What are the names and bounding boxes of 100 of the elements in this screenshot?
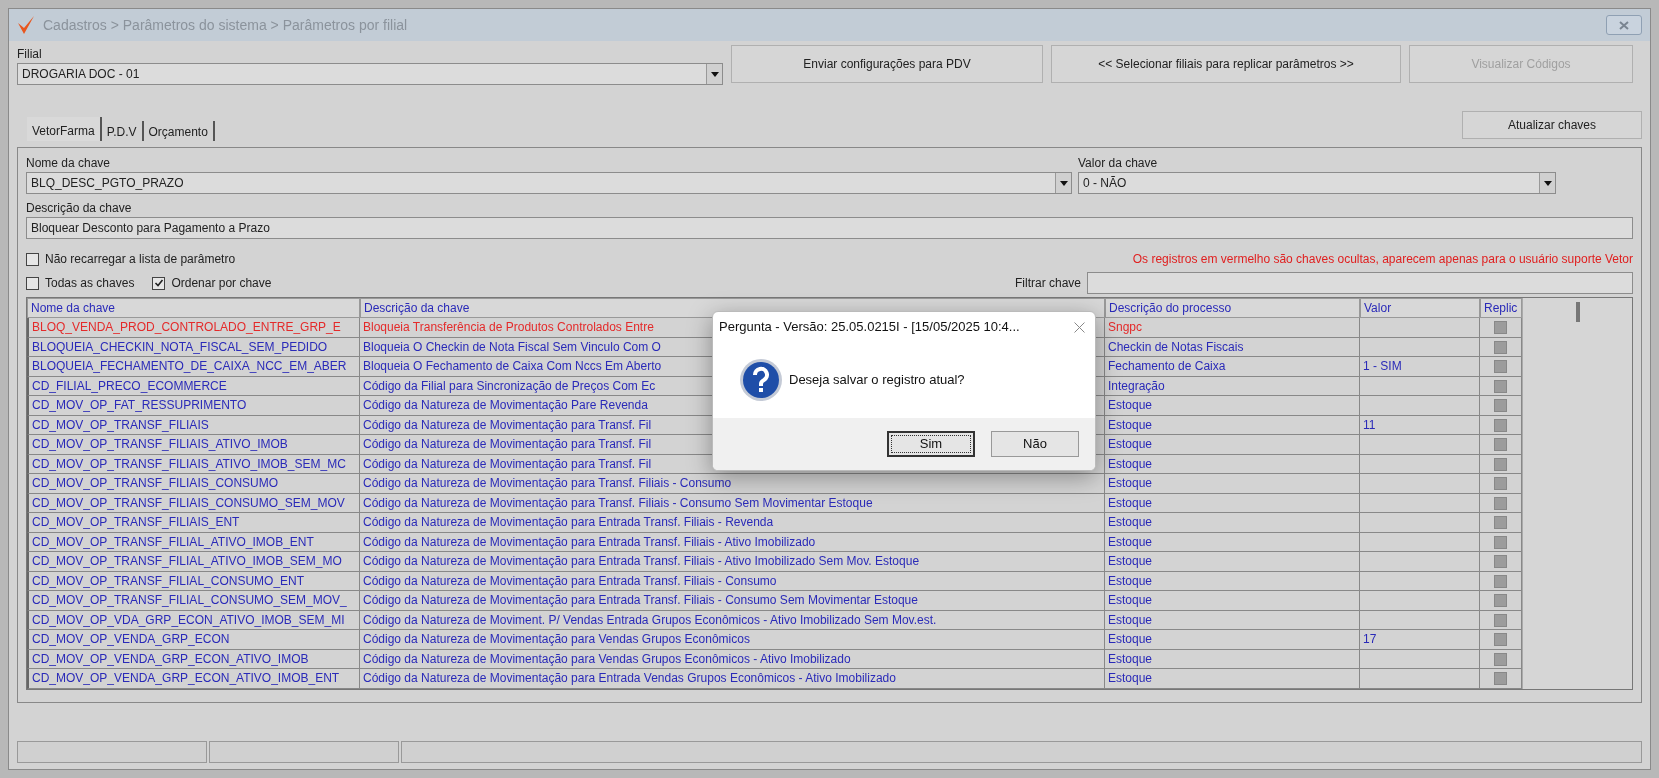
table-cell: Fechamento de Caixa	[1105, 357, 1360, 377]
refresh-keys-button[interactable]: Atualizar chaves	[1462, 111, 1642, 139]
table-cell: Estoque	[1105, 454, 1360, 475]
key-value-dropdown[interactable]: 0 - NÃO	[1078, 172, 1556, 194]
replicate-checkbox[interactable]	[1494, 613, 1507, 627]
table-cell: Estoque	[1105, 552, 1360, 572]
table-cell: CD_MOV_OP_TRANSF_FILIAIS_ENT	[27, 513, 360, 533]
replicate-checkbox[interactable]	[1494, 516, 1507, 530]
replicate-checkbox[interactable]	[1494, 633, 1507, 647]
replicate-checkbox[interactable]	[1494, 399, 1507, 413]
close-icon[interactable]	[1074, 321, 1085, 333]
close-icon	[1619, 20, 1629, 30]
table-cell: Estoque	[1105, 396, 1360, 416]
table-cell: Código da Natureza de Movimentação para Entrada Transf. Filiais - Consumo Sem Movimentar Estoque	[360, 591, 1105, 611]
checkbox[interactable]	[26, 276, 39, 290]
filter-label: Filtrar chave	[1014, 275, 1081, 292]
replicate-checkbox[interactable]	[1494, 340, 1507, 354]
replicate-checkbox[interactable]	[1494, 457, 1507, 471]
table-cell: Código da Natureza de Movimentação para Transf. Filiais - Consumo	[360, 474, 1105, 494]
scrollbar[interactable]	[1522, 298, 1632, 689]
replicate-checkbox[interactable]	[1494, 555, 1507, 569]
table-cell: Estoque	[1105, 630, 1360, 650]
replicate-checkbox[interactable]	[1494, 379, 1507, 393]
column-header[interactable]: Replic	[1480, 298, 1522, 319]
column-header[interactable]: Nome da chave	[27, 298, 360, 319]
description-field[interactable]: Bloquear Desconto para Pagamento a Prazo	[26, 217, 1633, 239]
table-cell: CD_MOV_OP_TRANSF_FILIAL_CONSUMO_ENT	[27, 571, 360, 592]
table-cell: CD_MOV_OP_TRANSF_FILIAL_ATIVO_IMOB_ENT	[27, 532, 360, 553]
table-cell: CD_MOV_OP_TRANSF_FILIAIS_ATIVO_IMOB_SEM_MC	[27, 454, 360, 475]
replicate-checkbox[interactable]	[1494, 477, 1507, 491]
table-cell: 1 - SIM	[1360, 357, 1480, 377]
table-cell: 17	[1360, 630, 1480, 650]
table-cell: Estoque	[1105, 435, 1360, 455]
toolbar-button[interactable]: Enviar configurações para PDV	[731, 45, 1043, 83]
table-cell: CD_MOV_OP_FAT_RESSUPRIMENTO	[27, 396, 360, 416]
replicate-checkbox[interactable]	[1494, 418, 1507, 432]
table-cell: CD_MOV_OP_VDA_GRP_ECON_ATIVO_IMOB_SEM_MI	[27, 610, 360, 631]
table-cell: CD_MOV_OP_TRANSF_FILIAIS_CONSUMO_SEM_MOV	[27, 493, 360, 514]
table-cell: Código da Natureza de Movimentação para Entrada Transf. Filiais - Revenda	[360, 513, 1105, 533]
replicate-checkbox[interactable]	[1494, 496, 1507, 510]
field-label: Nome da chave	[26, 155, 112, 172]
checkbox-label: Ordenar por chave	[171, 275, 272, 292]
filial-dropdown[interactable]: DROGARIA DOC - 01	[17, 63, 723, 85]
table-cell: CD_MOV_OP_VENDA_GRP_ECON_ATIVO_IMOB	[27, 649, 360, 670]
replicate-checkbox[interactable]	[1494, 360, 1507, 374]
table-cell: BLOQUEIA_CHECKIN_NOTA_FISCAL_SEM_PEDIDO	[27, 337, 360, 358]
question-icon	[739, 358, 783, 402]
tab[interactable]: VetorFarma	[27, 117, 102, 141]
tab[interactable]: Orçamento	[143, 121, 215, 141]
toolbar-button[interactable]: << Selecionar filiais para replicar parâmetros >>	[1051, 45, 1401, 83]
table-cell: CD_MOV_OP_TRANSF_FILIAIS_ATIVO_IMOB	[27, 435, 360, 455]
table-cell: Estoque	[1105, 591, 1360, 611]
replicate-checkbox[interactable]	[1494, 535, 1507, 549]
table-cell: Código da Natureza de Movimentação para Entrada Transf. Filiais - Ativo Imobilizado	[360, 532, 1105, 553]
key-name-dropdown[interactable]: BLQ_DESC_PGTO_PRAZO	[26, 172, 1072, 194]
table-cell: Código da Natureza de Movimentação para Vendas Grupos Econômicos - Ativo Imobilizado	[360, 649, 1105, 670]
table-cell: Estoque	[1105, 415, 1360, 436]
table-cell: Código da Natureza de Movimentação para Transf. Filiais - Consumo Sem Movimentar Estoque	[360, 493, 1105, 514]
dialog-button[interactable]: Sim	[887, 431, 975, 457]
table-cell: Estoque	[1105, 493, 1360, 514]
dialog-button[interactable]: Não	[991, 431, 1079, 457]
filial-label: Filial	[17, 46, 43, 63]
field-label: Valor da chave	[1078, 155, 1159, 172]
table-cell: Código da Natureza de Movimentação para Entrada Transf. Filiais - Consumo	[360, 571, 1105, 592]
table-cell: Estoque	[1105, 532, 1360, 553]
field-label: Descrição da chave	[26, 200, 133, 217]
window-title: Cadastros > Parâmetros do sistema > Parâmetros por filial	[43, 15, 409, 35]
table-cell: BLOQUEIA_FECHAMENTO_DE_CAIXA_NCC_EM_ABER	[27, 357, 360, 377]
table-cell: Código da Natureza de Movimentação para Vendas Grupos Econômicos	[360, 630, 1105, 650]
table-cell: Checkin de Notas Fiscais	[1105, 337, 1360, 358]
table-cell: Estoque	[1105, 571, 1360, 592]
table-cell: BLOQ_VENDA_PROD_CONTROLADO_ENTRE_GRP_E	[27, 318, 360, 338]
replicate-checkbox[interactable]	[1494, 652, 1507, 666]
dialog-title: Pergunta - Versão: 25.05.0215I - [15/05/2025 10:4...	[719, 318, 1020, 337]
close-button[interactable]	[1606, 15, 1642, 35]
table-cell: Estoque	[1105, 513, 1360, 533]
table-cell: CD_MOV_OP_VENDA_GRP_ECON	[27, 630, 360, 650]
replicate-checkbox[interactable]	[1494, 321, 1507, 335]
column-header[interactable]: Descrição do processo	[1105, 298, 1360, 319]
checkbox[interactable]	[152, 276, 166, 290]
table-cell: CD_FILIAL_PRECO_ECOMMERCE	[27, 376, 360, 397]
table-cell: CD_MOV_OP_TRANSF_FILIAL_CONSUMO_SEM_MOV_	[27, 591, 360, 611]
replicate-checkbox[interactable]	[1494, 594, 1507, 608]
checkbox-label: Não recarregar a lista de parâmetro	[45, 251, 236, 268]
checkbox[interactable]	[26, 252, 39, 266]
table-cell: Estoque	[1105, 669, 1360, 689]
filter-field[interactable]	[1087, 272, 1633, 294]
tab[interactable]: P.D.V	[101, 121, 144, 141]
replicate-checkbox[interactable]	[1494, 672, 1507, 686]
table-cell: Estoque	[1105, 474, 1360, 494]
checkmark-logo-icon	[17, 15, 35, 35]
table-cell: CD_MOV_OP_TRANSF_FILIAIS_CONSUMO	[27, 474, 360, 494]
table-cell: Código da Natureza de Movimentação para Entrada Vendas Grupos Econômicos - Ativo Imobilizado	[360, 669, 1105, 689]
replicate-checkbox[interactable]	[1494, 574, 1507, 588]
table-cell: 11	[1360, 415, 1480, 436]
table-cell: Estoque	[1105, 649, 1360, 670]
replicate-checkbox[interactable]	[1494, 438, 1507, 452]
hidden-keys-note: Os registros em vermelho são chaves ocultas, aparecem apenas para o usuário suporte Vetor	[1132, 251, 1633, 268]
column-header[interactable]: Valor	[1360, 298, 1480, 319]
table-cell: Código da Natureza de Movimentação para Entrada Transf. Filiais - Ativo Imobilizado Sem Mov. Estoque	[360, 552, 1105, 572]
